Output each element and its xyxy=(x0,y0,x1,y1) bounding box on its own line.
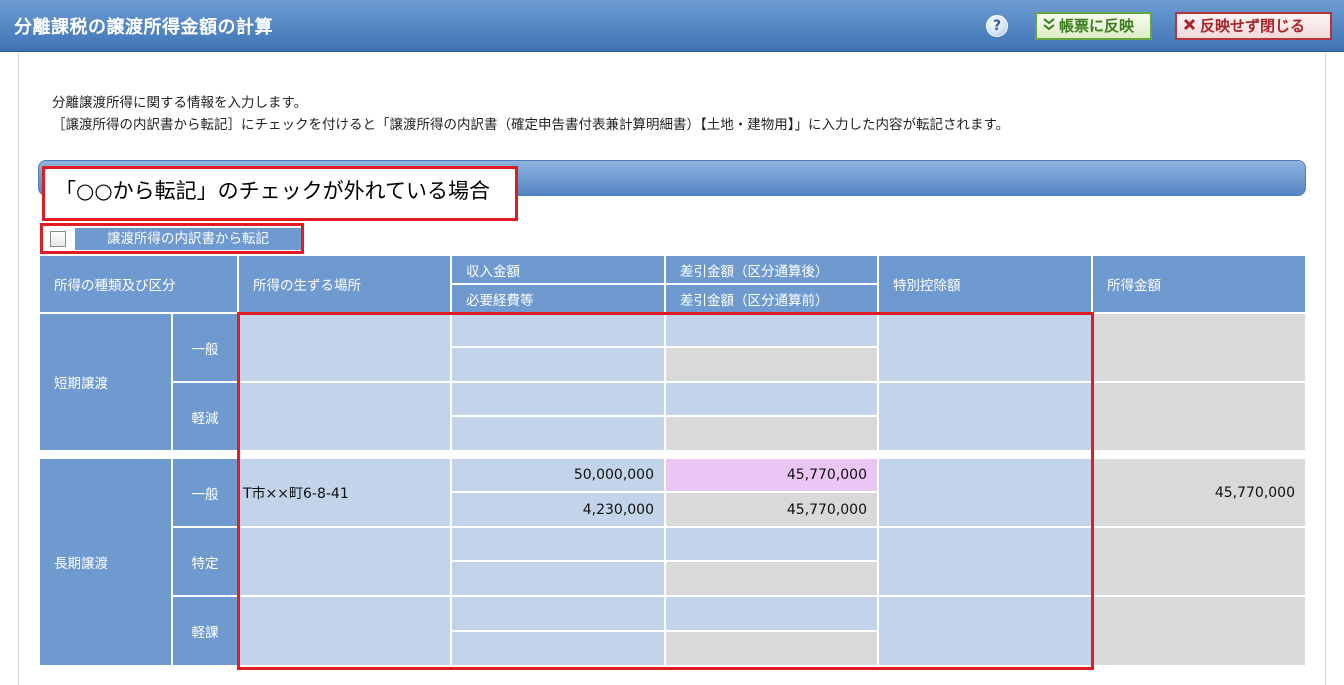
reflect-button[interactable]: 帳票に反映 xyxy=(1035,12,1152,40)
short-reduced-expenses[interactable] xyxy=(452,417,664,450)
short-general-special[interactable] xyxy=(879,314,1091,381)
long-reduced-revenue[interactable] xyxy=(452,597,664,630)
long-specific-revenue[interactable] xyxy=(452,528,664,560)
short-reduced-place[interactable] xyxy=(239,383,450,450)
transfer-label[interactable]: 譲渡所得の内訳書から転記 xyxy=(75,228,301,250)
close-label: 反映せず閉じる xyxy=(1200,17,1306,35)
short-reduced-diff-before xyxy=(666,417,877,450)
header-expenses: 必要経費等 xyxy=(452,285,664,312)
long-general-diff-before: 45,770,000 xyxy=(666,493,877,526)
long-general-income: 45,770,000 xyxy=(1093,459,1305,526)
long-specific-income xyxy=(1093,528,1305,595)
long-specific-special[interactable] xyxy=(879,528,1091,595)
long-general-revenue[interactable]: 50,000,000 xyxy=(452,459,664,491)
double-chevron-down-icon xyxy=(1043,14,1055,38)
header-kind: 所得の種類及び区分 xyxy=(40,256,237,312)
long-general-diff-after: 45,770,000 xyxy=(666,459,877,491)
sub-short-general: 一般 xyxy=(173,314,237,381)
short-reduced-revenue[interactable] xyxy=(452,383,664,415)
reflect-label: 帳票に反映 xyxy=(1059,17,1135,35)
header-diff-after: 差引金額（区分通算後） xyxy=(666,256,877,283)
short-general-expenses[interactable] xyxy=(452,348,664,381)
header-income: 所得金額 xyxy=(1093,256,1305,312)
group-short-term: 短期譲渡 xyxy=(40,314,171,450)
long-specific-place[interactable] xyxy=(239,528,450,595)
intro-text: 分離譲渡所得に関する情報を入力します。 ［譲渡所得の内訳書から転記］にチェックを… xyxy=(52,92,1009,136)
long-specific-diff-before xyxy=(666,562,877,595)
short-reduced-income xyxy=(1093,383,1305,450)
short-general-diff-after xyxy=(666,314,877,346)
title-bar: 分離課税の譲渡所得金額の計算 ? 帳票に反映 反映せず閉じる xyxy=(0,0,1344,52)
long-specific-diff-after xyxy=(666,528,877,560)
sub-long-general: 一般 xyxy=(173,459,237,526)
close-icon xyxy=(1183,14,1196,38)
sub-short-reduced: 軽減 xyxy=(173,383,237,450)
long-reduced-income xyxy=(1093,597,1305,665)
short-general-income xyxy=(1093,314,1305,381)
transfer-option: 譲渡所得の内訳書から転記 xyxy=(40,223,304,254)
group-long-term: 長期譲渡 xyxy=(40,459,171,665)
long-general-expenses[interactable]: 4,230,000 xyxy=(452,493,664,526)
transfer-checkbox[interactable] xyxy=(50,231,66,247)
long-reduced-diff-before xyxy=(666,632,877,665)
long-reduced-special[interactable] xyxy=(879,597,1091,665)
long-reduced-diff-after xyxy=(666,597,877,630)
callout-annotation: 「○○から転記」のチェックが外れている場合 xyxy=(42,166,518,221)
header-diff-before: 差引金額（区分通算前） xyxy=(666,285,877,312)
short-general-revenue[interactable] xyxy=(452,314,664,346)
intro-line-2: ［譲渡所得の内訳書から転記］にチェックを付けると「譲渡所得の内訳書（確定申告書付… xyxy=(52,117,1010,133)
sub-long-specific: 特定 xyxy=(173,528,237,595)
help-button[interactable]: ? xyxy=(986,15,1008,37)
short-reduced-special[interactable] xyxy=(879,383,1091,450)
long-general-place[interactable]: T市××町6-8-41 xyxy=(239,459,450,526)
help-icon: ? xyxy=(992,18,1002,34)
long-reduced-expenses[interactable] xyxy=(452,632,664,665)
short-general-place[interactable] xyxy=(239,314,450,381)
header-special: 特別控除額 xyxy=(879,256,1091,312)
header-place: 所得の生ずる場所 xyxy=(239,256,450,312)
close-without-reflect-button[interactable]: 反映せず閉じる xyxy=(1175,12,1332,40)
window-title: 分離課税の譲渡所得金額の計算 xyxy=(14,17,273,38)
short-reduced-diff-after xyxy=(666,383,877,415)
sub-long-reduced: 軽課 xyxy=(173,597,237,665)
short-general-diff-before xyxy=(666,348,877,381)
header-revenue: 収入金額 xyxy=(452,256,664,283)
long-reduced-place[interactable] xyxy=(239,597,450,665)
intro-line-1: 分離譲渡所得に関する情報を入力します。 xyxy=(52,95,308,111)
long-general-special[interactable] xyxy=(879,459,1091,526)
long-specific-expenses[interactable] xyxy=(452,562,664,595)
